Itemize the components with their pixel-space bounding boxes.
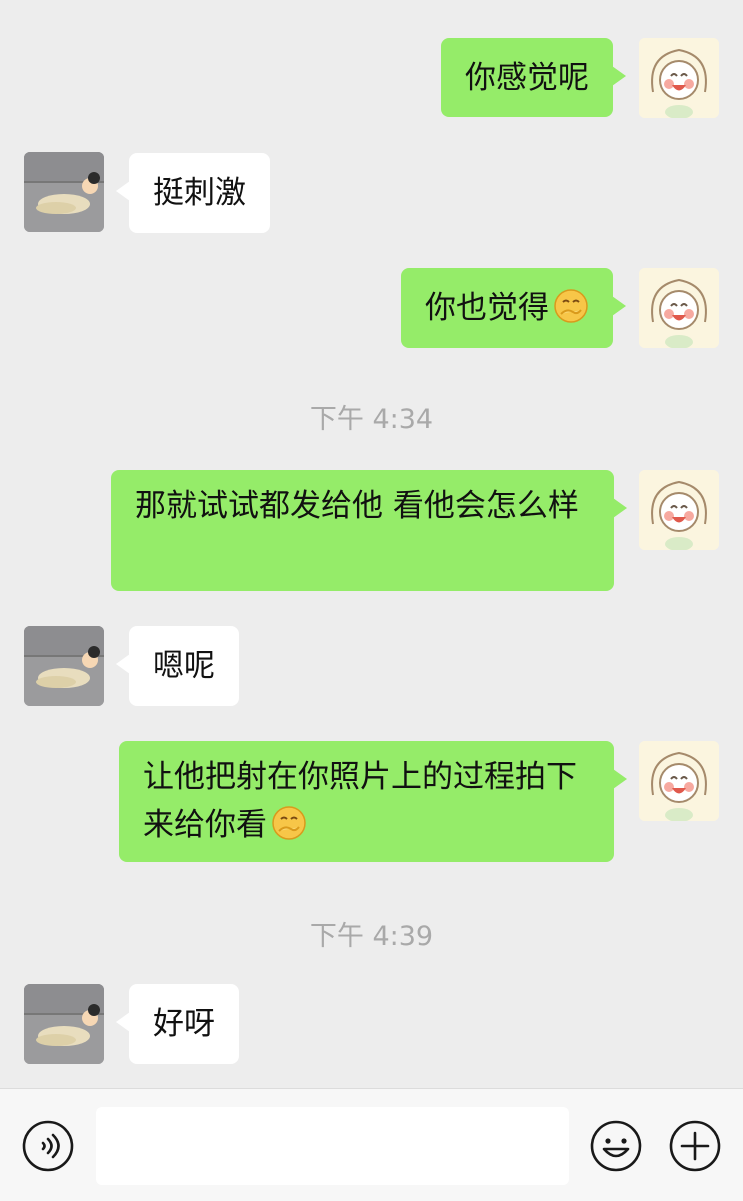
contact-avatar[interactable] bbox=[24, 626, 104, 706]
message-text: 你感觉呢 bbox=[465, 60, 589, 96]
my-avatar[interactable] bbox=[639, 38, 719, 118]
voice-icon bbox=[22, 1120, 74, 1172]
girl-cartoon-avatar-icon bbox=[639, 38, 719, 118]
message-bubble-outgoing[interactable]: 你也觉得 bbox=[401, 268, 626, 348]
input-toolbar bbox=[0, 1088, 743, 1201]
contact-avatar[interactable] bbox=[24, 984, 104, 1064]
emoji-button[interactable] bbox=[589, 1119, 643, 1173]
more-functions-button[interactable] bbox=[668, 1119, 722, 1173]
message-text: 嗯呢 bbox=[153, 648, 215, 684]
my-avatar[interactable] bbox=[639, 268, 719, 348]
reclining-figure-avatar-icon bbox=[24, 984, 104, 1064]
reclining-figure-avatar-icon bbox=[24, 152, 104, 232]
my-avatar[interactable] bbox=[639, 470, 719, 550]
message-bubble-incoming[interactable]: 挺刺激 bbox=[116, 153, 270, 233]
message-input[interactable] bbox=[96, 1107, 569, 1185]
message-text: 你也觉得 bbox=[425, 290, 549, 326]
message-bubble-incoming[interactable]: 嗯呢 bbox=[116, 626, 239, 706]
blushing-hand-face-emoji-icon bbox=[272, 806, 306, 840]
message-timestamp: 下午 4:34 bbox=[309, 404, 434, 435]
voice-input-button[interactable] bbox=[21, 1119, 75, 1173]
message-bubble-outgoing[interactable]: 你感觉呢 bbox=[441, 38, 626, 117]
message-text: 好呀 bbox=[153, 1006, 215, 1042]
message-bubble-incoming[interactable]: 好呀 bbox=[116, 984, 239, 1064]
girl-cartoon-avatar-icon bbox=[639, 741, 719, 821]
message-text: 那就试试都发给他 看他会怎么样 bbox=[135, 488, 579, 524]
message-text: 让他把射在你照片上的过程拍下来给你看 bbox=[143, 759, 577, 843]
emoji-face-icon bbox=[590, 1120, 642, 1172]
message-text: 挺刺激 bbox=[153, 175, 246, 211]
message-bubble-outgoing[interactable]: 让他把射在你照片上的过程拍下来给你看 bbox=[119, 741, 627, 862]
plus-circle-icon bbox=[669, 1120, 721, 1172]
contact-avatar[interactable] bbox=[24, 152, 104, 232]
message-bubble-outgoing[interactable]: 那就试试都发给他 看他会怎么样 bbox=[111, 470, 627, 591]
blushing-hand-face-emoji-icon bbox=[554, 289, 588, 323]
my-avatar[interactable] bbox=[639, 741, 719, 821]
girl-cartoon-avatar-icon bbox=[639, 470, 719, 550]
reclining-figure-avatar-icon bbox=[24, 626, 104, 706]
chat-message-list[interactable]: 你感觉呢 挺刺激 你也觉得 下午 4:34 那就试试都发给他 看他会怎么样 嗯呢… bbox=[0, 0, 743, 1088]
message-timestamp: 下午 4:39 bbox=[309, 921, 434, 952]
girl-cartoon-avatar-icon bbox=[639, 268, 719, 348]
